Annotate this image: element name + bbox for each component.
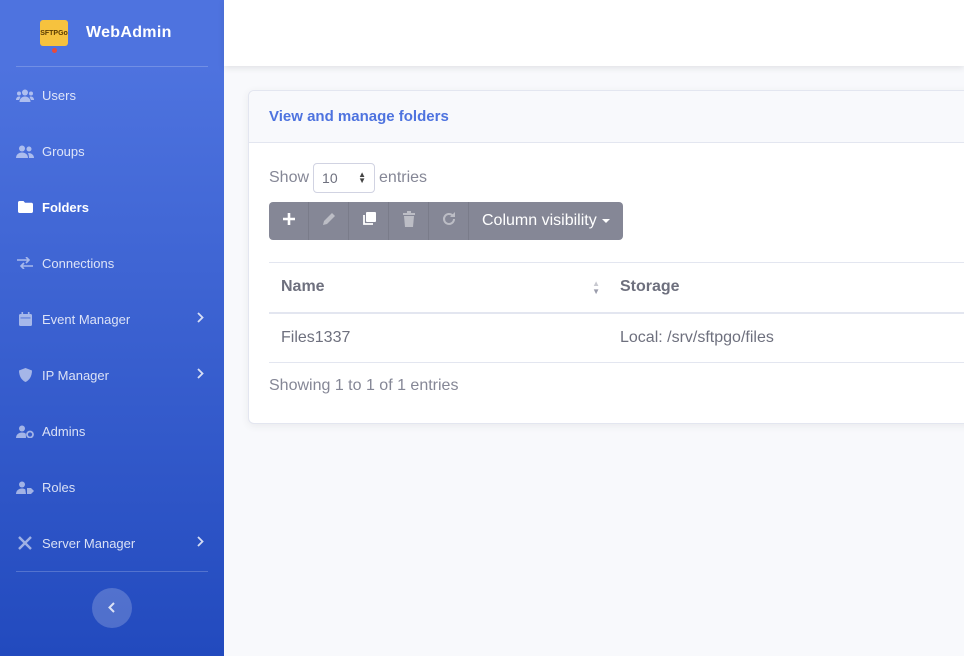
sidebar-item-label: Folders [42, 199, 89, 215]
shield-icon [16, 368, 34, 382]
column-visibility-button[interactable]: Column visibility [469, 202, 623, 240]
cell-storage: Local: /srv/sftpgo/files [608, 312, 964, 363]
user-cog-icon [16, 424, 34, 438]
select-arrows-icon: ▲ ▼ [358, 170, 367, 185]
entries-length-control: Show 10 ▲ ▼ entries [269, 163, 964, 193]
sidebar-item-connections[interactable]: Connections [0, 235, 224, 291]
sidebar-item-roles[interactable]: Roles [0, 459, 224, 515]
column-header-storage[interactable]: Storage [608, 262, 964, 314]
users-icon [16, 88, 34, 102]
sidebar-nav: Users Groups Folders Connections Event M… [0, 67, 224, 571]
sidebar-item-admins[interactable]: Admins [0, 403, 224, 459]
topbar [224, 0, 964, 66]
logo-text: SFTPGo [40, 29, 68, 37]
card-title: View and manage folders [269, 108, 449, 125]
sort-icon: ▲ ▼ [592, 279, 600, 296]
brand[interactable]: SFTPGo WebAdmin [0, 0, 224, 66]
folders-table: Name ▲ ▼ Storage Files1337 Local: /srv/sf… [269, 262, 964, 363]
calendar-icon [16, 312, 34, 326]
select-value: 10 [322, 170, 338, 186]
sidebar-item-users[interactable]: Users [0, 67, 224, 123]
sftpgo-logo: SFTPGo [40, 20, 68, 53]
clone-button[interactable] [349, 202, 389, 240]
cell-name: Files1337 [269, 312, 608, 363]
sidebar: SFTPGo WebAdmin Users Groups Folders Con… [0, 0, 224, 656]
sidebar-item-server-manager[interactable]: Server Manager [0, 515, 224, 571]
folder-icon [16, 200, 34, 214]
chevron-right-icon [197, 536, 204, 550]
exchange-icon [16, 256, 34, 270]
sidebar-item-folders[interactable]: Folders [0, 179, 224, 235]
column-visibility-label: Column visibility [482, 212, 597, 229]
chevron-left-icon [108, 600, 116, 616]
user-friends-icon [16, 144, 34, 158]
column-header-label: Name [281, 278, 325, 296]
column-header-name[interactable]: Name ▲ ▼ [269, 262, 608, 314]
entries-per-page-select[interactable]: 10 ▲ ▼ [313, 163, 376, 193]
chevron-right-icon [197, 312, 204, 326]
column-header-label: Storage [620, 278, 680, 296]
tools-icon [16, 536, 34, 550]
refresh-button[interactable] [429, 202, 469, 240]
table-toolbar: Column visibility [269, 202, 964, 240]
sidebar-item-label: Event Manager [42, 311, 131, 327]
sidebar-item-label: Server Manager [42, 535, 136, 551]
pencil-icon [321, 211, 337, 232]
length-prefix: Show [269, 169, 310, 186]
brand-title: WebAdmin [86, 24, 172, 41]
sidebar-item-groups[interactable]: Groups [0, 123, 224, 179]
clone-icon [361, 211, 377, 232]
refresh-icon [441, 211, 457, 232]
sidebar-toggle-wrap [0, 572, 224, 628]
sidebar-item-ip-manager[interactable]: IP Manager [0, 347, 224, 403]
folders-card: View and manage folders Show 10 ▲ ▼ entri… [248, 90, 964, 424]
add-button[interactable] [269, 202, 309, 240]
sidebar-item-event-manager[interactable]: Event Manager [0, 291, 224, 347]
sidebar-item-label: IP Manager [42, 367, 109, 383]
card-header: View and manage folders [249, 91, 964, 143]
table-info: Showing 1 to 1 of 1 entries [269, 377, 459, 394]
sidebar-item-label: Connections [42, 255, 115, 271]
caret-down-icon [601, 219, 610, 223]
card-body: Show 10 ▲ ▼ entries Column visibility Na… [249, 143, 964, 415]
plus-icon [282, 212, 296, 231]
delete-button[interactable] [389, 202, 429, 240]
trash-icon [402, 210, 416, 232]
sidebar-item-label: Users [42, 87, 76, 103]
sidebar-item-label: Admins [42, 423, 86, 439]
table-header-row: Name ▲ ▼ Storage [269, 262, 964, 314]
user-tag-icon [16, 480, 34, 494]
table-row[interactable]: Files1337 Local: /srv/sftpgo/files [269, 312, 964, 363]
sidebar-item-label: Groups [42, 143, 85, 159]
sidebar-item-label: Roles [42, 479, 76, 495]
length-suffix: entries [379, 169, 428, 186]
edit-button[interactable] [309, 202, 349, 240]
chevron-right-icon [197, 368, 204, 382]
sidebar-toggle-button[interactable] [92, 588, 132, 628]
